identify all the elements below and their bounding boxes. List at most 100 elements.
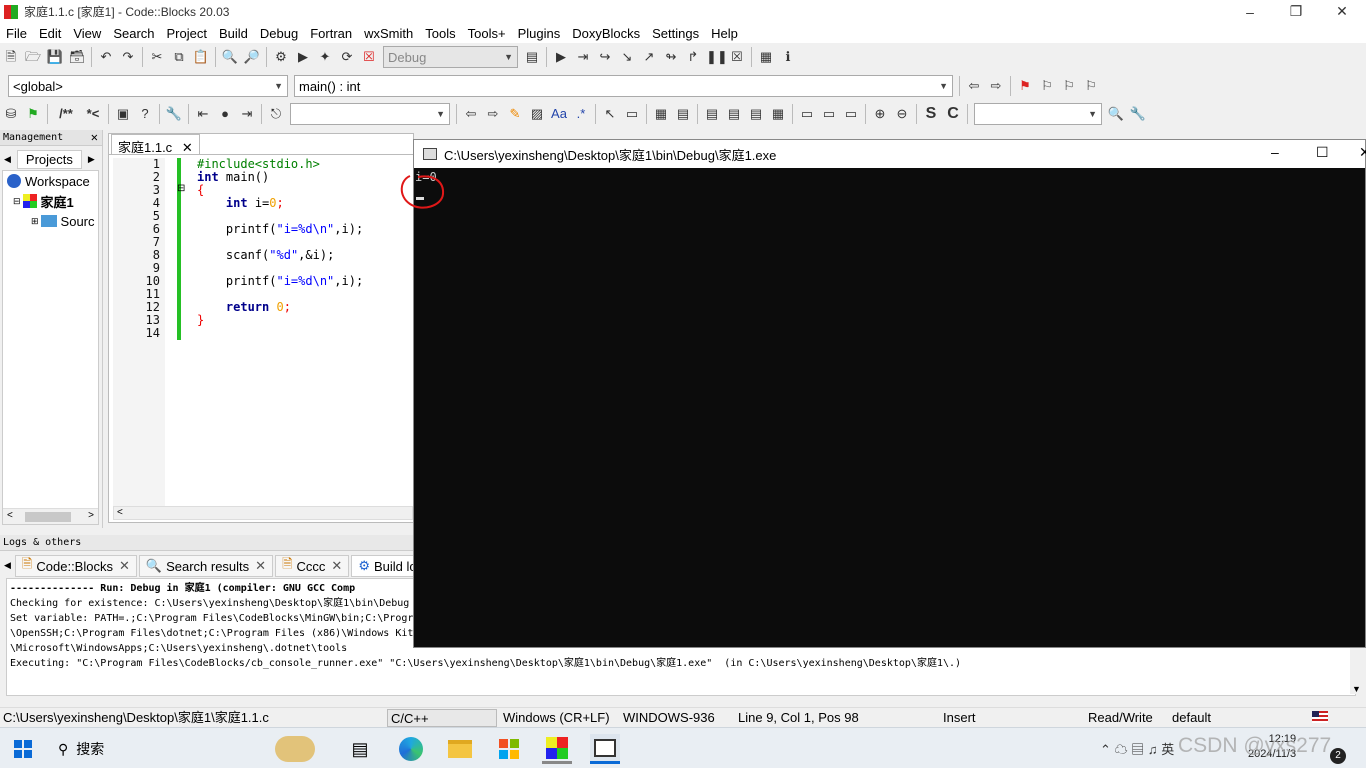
abort-icon[interactable]: ☒ bbox=[360, 48, 378, 66]
zoom-in-icon[interactable]: ⊕ bbox=[871, 105, 889, 123]
s-icon[interactable]: S bbox=[922, 105, 940, 123]
weather-widget-icon[interactable] bbox=[260, 734, 330, 764]
tag-icon[interactable]: ⎋ bbox=[267, 105, 285, 123]
console-taskbar-icon[interactable] bbox=[590, 734, 620, 764]
bookmark-toggle-icon[interactable]: ⚑ bbox=[1016, 77, 1034, 95]
doxy-help-icon[interactable]: ? bbox=[136, 105, 154, 123]
shape-3-icon[interactable]: ▤ bbox=[747, 105, 765, 123]
highlight-icon[interactable]: ✎ bbox=[506, 105, 524, 123]
menu-help[interactable]: Help bbox=[705, 26, 744, 41]
menu-fortran[interactable]: Fortran bbox=[304, 26, 358, 41]
bookmark-clear-icon[interactable]: ⚐ bbox=[1082, 77, 1100, 95]
rebuild-icon[interactable]: ⟳ bbox=[338, 48, 356, 66]
shape-5-icon[interactable]: ▭ bbox=[798, 105, 816, 123]
select-icon[interactable]: ▨ bbox=[528, 105, 546, 123]
image-icon[interactable]: ▦ bbox=[652, 105, 670, 123]
menu-view[interactable]: View bbox=[67, 26, 107, 41]
close-icon[interactable]: ✕ bbox=[331, 558, 342, 574]
notification-badge-icon[interactable]: 2 bbox=[1330, 748, 1346, 764]
jump-forward-icon[interactable]: ⇨ bbox=[987, 77, 1005, 95]
jump-back-icon[interactable]: ⇦ bbox=[965, 77, 983, 95]
arrow-left-icon[interactable]: ⇦ bbox=[462, 105, 480, 123]
disk-icon[interactable]: ⛁ bbox=[2, 105, 20, 123]
shape-4-icon[interactable]: ▦ bbox=[769, 105, 787, 123]
menu-debug[interactable]: Debug bbox=[254, 26, 304, 41]
pause-icon[interactable]: ❚❚ bbox=[706, 48, 728, 66]
tab-projects[interactable]: Projects bbox=[16, 150, 82, 169]
console-output[interactable]: i=0 bbox=[414, 168, 1365, 647]
undo-icon[interactable]: ↶ bbox=[97, 48, 115, 66]
tab-scroll-right-icon[interactable]: ▶ bbox=[88, 154, 95, 165]
block-comment-icon[interactable]: /** bbox=[53, 105, 79, 123]
minimize-button[interactable]: – bbox=[1227, 0, 1273, 23]
stop-debug-icon[interactable]: ☒ bbox=[728, 48, 746, 66]
console-maximize-button[interactable]: ☐ bbox=[1316, 144, 1329, 161]
fold-icon[interactable]: ⊟ bbox=[177, 184, 185, 194]
cursor-icon[interactable]: ↖ bbox=[601, 105, 619, 123]
line-comment-icon[interactable]: *< bbox=[83, 105, 103, 123]
open-folder-icon[interactable]: 🗁 bbox=[24, 48, 42, 66]
close-button[interactable]: ✕ bbox=[1319, 0, 1365, 23]
symbol-search-input[interactable]: ▼ bbox=[290, 103, 450, 125]
scroll-thumb[interactable] bbox=[25, 512, 71, 522]
file-explorer-icon[interactable] bbox=[445, 734, 475, 764]
console-minimize-button[interactable]: – bbox=[1271, 144, 1279, 160]
run-icon[interactable]: ▶ bbox=[294, 48, 312, 66]
save-icon[interactable]: 💾 bbox=[46, 48, 64, 66]
menu-project[interactable]: Project bbox=[161, 26, 213, 41]
arrow-right-icon[interactable]: ⇨ bbox=[484, 105, 502, 123]
tab-codeblocks[interactable]: 🗎 Code::Blocks ✕ bbox=[14, 555, 137, 577]
redo-icon[interactable]: ↷ bbox=[119, 48, 137, 66]
tree-hscrollbar[interactable]: < > bbox=[3, 508, 98, 524]
search-icon[interactable]: 🔍 bbox=[1107, 105, 1125, 123]
run-to-cursor-icon[interactable]: ⇥ bbox=[574, 48, 592, 66]
scope-select[interactable]: <global> ▼ bbox=[8, 75, 288, 97]
text-icon[interactable]: ▤ bbox=[674, 105, 692, 123]
menu-edit[interactable]: Edit bbox=[33, 26, 67, 41]
menu-tools-plus[interactable]: Tools+ bbox=[462, 26, 512, 41]
tree-item-project[interactable]: ⊟ 家庭1 bbox=[3, 191, 98, 211]
windows-start-icon[interactable] bbox=[8, 734, 38, 764]
editor-tab[interactable]: 家庭1.1.c ✕ bbox=[111, 134, 200, 155]
tree-item-workspace[interactable]: Workspace bbox=[3, 171, 98, 191]
close-icon[interactable]: ✕ bbox=[91, 130, 98, 144]
debug-info-icon[interactable]: ℹ bbox=[779, 48, 797, 66]
taskbar-search[interactable]: ⚲ 搜索 bbox=[58, 739, 104, 759]
step-into-icon[interactable]: ↘ bbox=[618, 48, 636, 66]
menu-build[interactable]: Build bbox=[213, 26, 254, 41]
console-close-button[interactable]: ✕ bbox=[1359, 144, 1366, 161]
expand-icon[interactable]: ⊞ bbox=[31, 216, 39, 227]
code-area[interactable]: #include<stdio.h> int main(){ int i=0; pr… bbox=[197, 158, 363, 340]
next-line-icon[interactable]: ↪ bbox=[596, 48, 614, 66]
build-gear-icon[interactable]: ⚙ bbox=[272, 48, 290, 66]
maximize-button[interactable]: ❐ bbox=[1273, 0, 1319, 23]
new-file-icon[interactable]: 🗎 bbox=[2, 48, 20, 66]
replace-icon[interactable]: 🔎 bbox=[243, 48, 261, 66]
close-icon[interactable]: ✕ bbox=[255, 558, 266, 574]
dot-icon[interactable]: ● bbox=[216, 105, 234, 123]
shape-7-icon[interactable]: ▭ bbox=[842, 105, 860, 123]
tray-icons[interactable]: ⌃ ☁ ▤ ♫ 英 bbox=[1100, 739, 1174, 758]
doxy-window-icon[interactable]: ▣ bbox=[114, 105, 132, 123]
step-out-icon[interactable]: ↗ bbox=[640, 48, 658, 66]
c-icon[interactable]: C bbox=[944, 105, 962, 123]
scroll-right-icon[interactable]: > bbox=[88, 510, 94, 521]
function-select[interactable]: main() : int ▼ bbox=[294, 75, 953, 97]
menu-settings[interactable]: Settings bbox=[646, 26, 705, 41]
save-all-icon[interactable]: 🗃 bbox=[68, 48, 86, 66]
rectangle-icon[interactable]: ▭ bbox=[623, 105, 641, 123]
wrench-icon[interactable]: 🔧 bbox=[165, 105, 183, 123]
menu-file[interactable]: File bbox=[0, 26, 33, 41]
editor-hscrollbar[interactable]: < bbox=[113, 506, 413, 520]
console-window[interactable]: C:\Users\yexinsheng\Desktop\家庭1\bin\Debu… bbox=[413, 139, 1366, 648]
store-icon[interactable] bbox=[494, 734, 524, 764]
tab-cccc[interactable]: 🗎 Cccc ✕ bbox=[275, 555, 350, 577]
paste-icon[interactable]: 📋 bbox=[192, 48, 210, 66]
codeblocks-taskbar-icon[interactable] bbox=[542, 734, 572, 764]
target-options-icon[interactable]: ▤ bbox=[523, 48, 541, 66]
step-into-instruction-icon[interactable]: ↱ bbox=[684, 48, 702, 66]
menu-doxyblocks[interactable]: DoxyBlocks bbox=[566, 26, 646, 41]
bookmark-next-icon[interactable]: ⚐ bbox=[1060, 77, 1078, 95]
flag-icon[interactable]: ⚑ bbox=[24, 105, 42, 123]
debug-windows-icon[interactable]: ▦ bbox=[757, 48, 775, 66]
